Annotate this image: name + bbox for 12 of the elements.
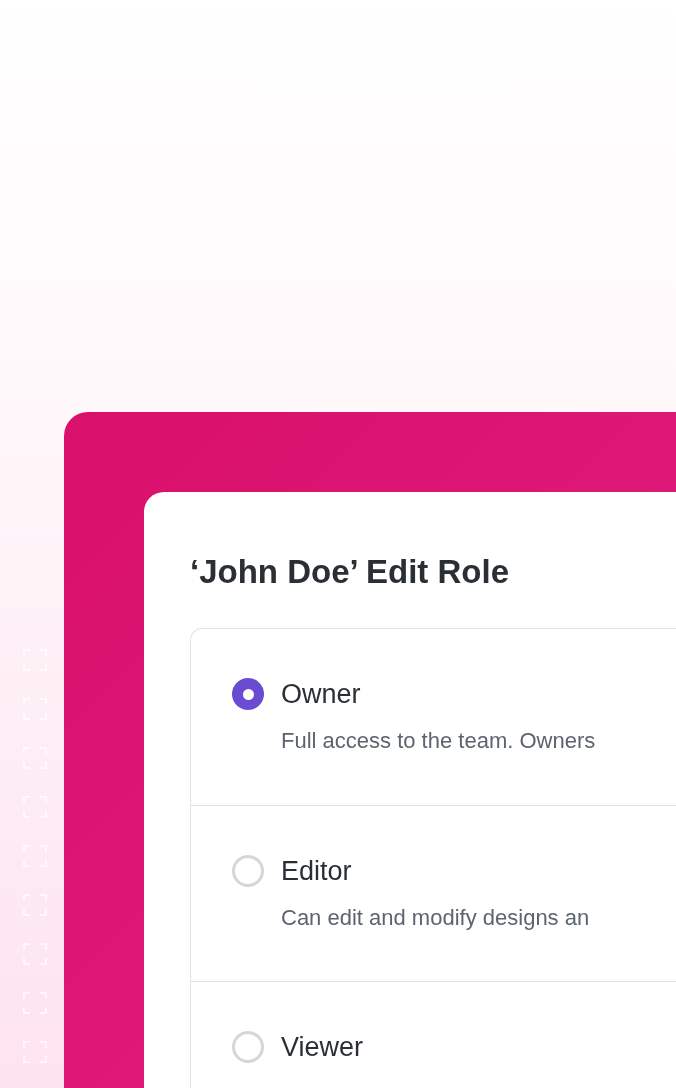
role-label: Viewer [281,1031,364,1064]
role-label: Owner [281,678,362,711]
role-label: Editor [281,855,353,888]
radio-button[interactable] [232,678,264,710]
radio-button[interactable] [232,1031,264,1063]
role-option[interactable]: Viewer [191,981,676,1088]
role-description: Can edit and modify designs an [281,904,590,932]
radio-button[interactable] [232,855,264,887]
role-option[interactable]: Owner Full access to the team. Owners [191,629,676,805]
dialog-title: ‘John Doe’ Edit Role [190,552,511,592]
role-option[interactable]: Editor Can edit and modify designs an [191,805,676,981]
role-description: Full access to the team. Owners [281,727,596,755]
